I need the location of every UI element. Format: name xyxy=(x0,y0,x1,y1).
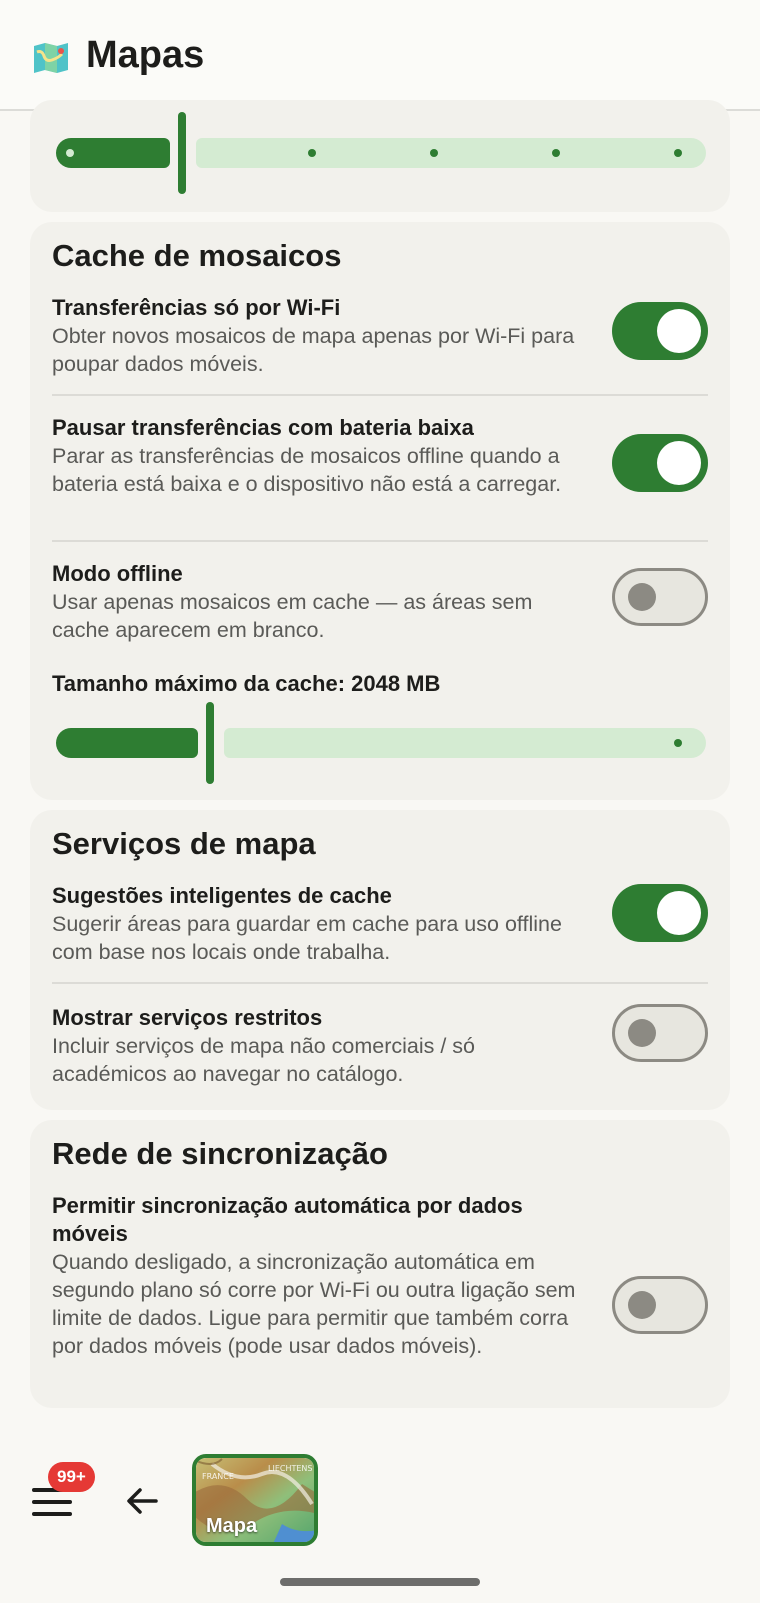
setting-title: Transferências só por Wi-Fi xyxy=(52,295,341,320)
map-label: Mapa xyxy=(206,1515,258,1537)
sync-network-card: Rede de sincronização Permitir sincroniz… xyxy=(30,1120,730,1408)
pause-low-battery-toggle[interactable] xyxy=(612,434,708,492)
max-cache-slider[interactable] xyxy=(56,702,706,784)
setting-title: Permitir sincronização automática por da… xyxy=(52,1193,523,1246)
divider xyxy=(52,394,708,396)
slider-tick xyxy=(308,149,316,157)
map-tiny-label: FRANCE xyxy=(202,1472,234,1481)
mobile-sync-row[interactable]: Permitir sincronização automática por da… xyxy=(52,1192,708,1360)
slider-tick xyxy=(430,149,438,157)
offline-mode-row[interactable]: Modo offline Usar apenas mosaicos em cac… xyxy=(52,560,708,644)
map-services-card: Serviços de mapa Sugestões inteligentes … xyxy=(30,810,730,1110)
wifi-only-row[interactable]: Transferências só por Wi-Fi Obter novos … xyxy=(52,294,708,378)
notification-badge: 99+ xyxy=(48,1462,95,1492)
setting-description: Obter novos mosaicos de mapa apenas por … xyxy=(52,324,575,376)
wifi-only-toggle[interactable] xyxy=(612,302,708,360)
map-thumbnail-button[interactable]: FRANCE LIECHTENS Mapa xyxy=(192,1454,318,1546)
setting-title: Sugestões inteligentes de cache xyxy=(52,883,392,908)
section-title: Rede de sincronização xyxy=(52,1136,388,1171)
section-title: Serviços de mapa xyxy=(52,826,316,861)
restricted-services-toggle[interactable] xyxy=(612,1004,708,1062)
slider-tick xyxy=(66,149,74,157)
back-arrow-icon[interactable] xyxy=(122,1481,162,1521)
menu-icon[interactable] xyxy=(32,1488,74,1518)
setting-title: Pausar transferências com bateria baixa xyxy=(52,415,474,440)
app-bar: Mapas xyxy=(0,0,760,111)
smart-cache-row[interactable]: Sugestões inteligentes de cache Sugerir … xyxy=(52,882,708,966)
setting-description: Usar apenas mosaicos em cache — as áreas… xyxy=(52,590,533,642)
setting-description: Parar as transferências de mosaicos offl… xyxy=(52,444,562,496)
slider-inactive-track xyxy=(224,728,706,758)
slider-handle[interactable] xyxy=(178,112,186,194)
setting-description: Sugerir áreas para guardar em cache para… xyxy=(52,912,562,964)
setting-title: Mostrar serviços restritos xyxy=(52,1005,323,1030)
offline-mode-toggle[interactable] xyxy=(612,568,708,626)
setting-description: Incluir serviços de mapa não comerciais … xyxy=(52,1034,476,1086)
page-title: Mapas xyxy=(86,34,205,76)
max-cache-label: Tamanho máximo da cache: 2048 MB xyxy=(52,671,441,696)
slider-handle[interactable] xyxy=(206,702,214,784)
map-tiny-label: LIECHTENS xyxy=(268,1464,313,1473)
slider-tick xyxy=(552,149,560,157)
map-icon xyxy=(34,43,68,73)
home-indicator[interactable] xyxy=(280,1578,480,1586)
divider xyxy=(52,982,708,984)
smart-cache-toggle[interactable] xyxy=(612,884,708,942)
section-title: Cache de mosaicos xyxy=(52,238,342,273)
preferences-card-top xyxy=(30,100,730,212)
slider-tick xyxy=(674,739,682,747)
setting-description: Quando desligado, a sincronização automá… xyxy=(52,1250,576,1358)
restricted-services-row[interactable]: Mostrar serviços restritos Incluir servi… xyxy=(52,1004,708,1088)
tile-cache-card: Cache de mosaicos Transferências só por … xyxy=(30,222,730,800)
divider xyxy=(52,540,708,542)
zoom-slider[interactable] xyxy=(56,112,706,194)
slider-tick xyxy=(674,149,682,157)
slider-inactive-track xyxy=(196,138,706,168)
mobile-sync-toggle[interactable] xyxy=(612,1276,708,1334)
setting-title: Modo offline xyxy=(52,561,183,586)
max-cache-label-row: Tamanho máximo da cache: 2048 MB xyxy=(52,670,708,698)
pause-low-battery-row[interactable]: Pausar transferências com bateria baixa … xyxy=(52,414,708,498)
slider-active-track xyxy=(56,728,198,758)
